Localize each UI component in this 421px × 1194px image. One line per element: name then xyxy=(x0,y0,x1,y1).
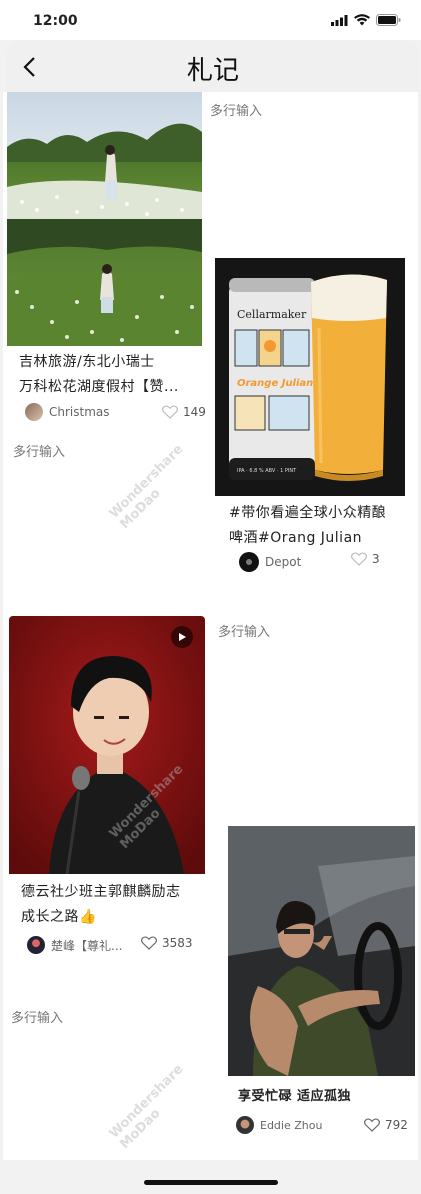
page-title: 札记 xyxy=(186,56,239,86)
card-author[interactable]: Eddie Zhou xyxy=(236,1116,322,1134)
card-author[interactable]: 楚峰【尊礼... xyxy=(27,936,122,954)
play-icon[interactable] xyxy=(171,626,193,648)
like-count[interactable]: 149 xyxy=(162,405,206,419)
note-card[interactable]: 德云社少班主郭麒麟励志 成长之路👍 楚峰【尊礼... 3583 xyxy=(9,616,205,961)
heart-icon xyxy=(351,552,367,566)
note-card[interactable]: 吉林旅游/东北小瑞士 万科松花湖度假村【赞... Christmas 149 xyxy=(7,92,206,432)
multiline-input-placeholder[interactable]: 多行输入 xyxy=(13,441,65,460)
multiline-input-placeholder[interactable]: 多行输入 xyxy=(210,100,262,119)
card-title: 吉林旅游/东北小瑞士 万科松花湖度假村【赞... xyxy=(19,354,179,395)
avatar xyxy=(239,552,259,572)
watermark: Wondershare MoDao xyxy=(106,1061,187,1153)
card-author[interactable]: Christmas xyxy=(25,403,110,421)
heart-icon xyxy=(364,1118,380,1132)
feed: 吉林旅游/东北小瑞士 万科松花湖度假村【赞... Christmas 149 多… xyxy=(3,92,418,1160)
note-card[interactable]: 享受忙碌 适应孤独 Eddie Zhou 792 xyxy=(228,826,415,1156)
card-image xyxy=(9,616,205,874)
card-title: 享受忙碌 适应孤独 xyxy=(238,1089,352,1104)
status-time: 12:00 xyxy=(33,13,78,29)
signal-icon xyxy=(331,14,348,26)
nav-bar: 札记 xyxy=(7,40,419,92)
card-image xyxy=(228,826,415,1076)
like-count[interactable]: 3583 xyxy=(141,936,193,950)
multiline-input-placeholder[interactable]: 多行输入 xyxy=(11,1007,63,1026)
like-count[interactable]: 792 xyxy=(364,1118,408,1132)
home-indicator[interactable] xyxy=(144,1180,278,1185)
note-card[interactable]: Cellarmaker Orange Julian IPA · 6.8 % AB… xyxy=(215,258,405,588)
beer-brand-text: Cellarmaker xyxy=(237,308,307,321)
wifi-icon xyxy=(354,14,370,26)
avatar xyxy=(236,1116,254,1134)
watermark: Wondershare MoDao xyxy=(106,441,187,533)
card-author[interactable]: Depot xyxy=(239,552,301,572)
card-image xyxy=(7,92,202,346)
beer-flavor-text: Orange Julian xyxy=(237,378,313,389)
card-title: 德云社少班主郭麒麟励志 成长之路👍 xyxy=(21,884,181,925)
like-count[interactable]: 3 xyxy=(351,552,380,566)
beer-abv-text: IPA · 6.8 % ABV · 1 PINT xyxy=(237,468,297,474)
avatar xyxy=(25,403,43,421)
card-image: Cellarmaker Orange Julian IPA · 6.8 % AB… xyxy=(215,258,405,496)
multiline-input-placeholder[interactable]: 多行输入 xyxy=(218,621,270,640)
avatar xyxy=(27,936,45,954)
status-icons xyxy=(331,14,401,26)
heart-icon xyxy=(162,405,178,419)
status-bar: 12:00 xyxy=(0,0,421,40)
card-title: #带你看遍全球小众精酿 啤酒#Orang Julian xyxy=(229,505,387,546)
heart-icon xyxy=(141,936,157,950)
battery-icon xyxy=(376,14,401,26)
